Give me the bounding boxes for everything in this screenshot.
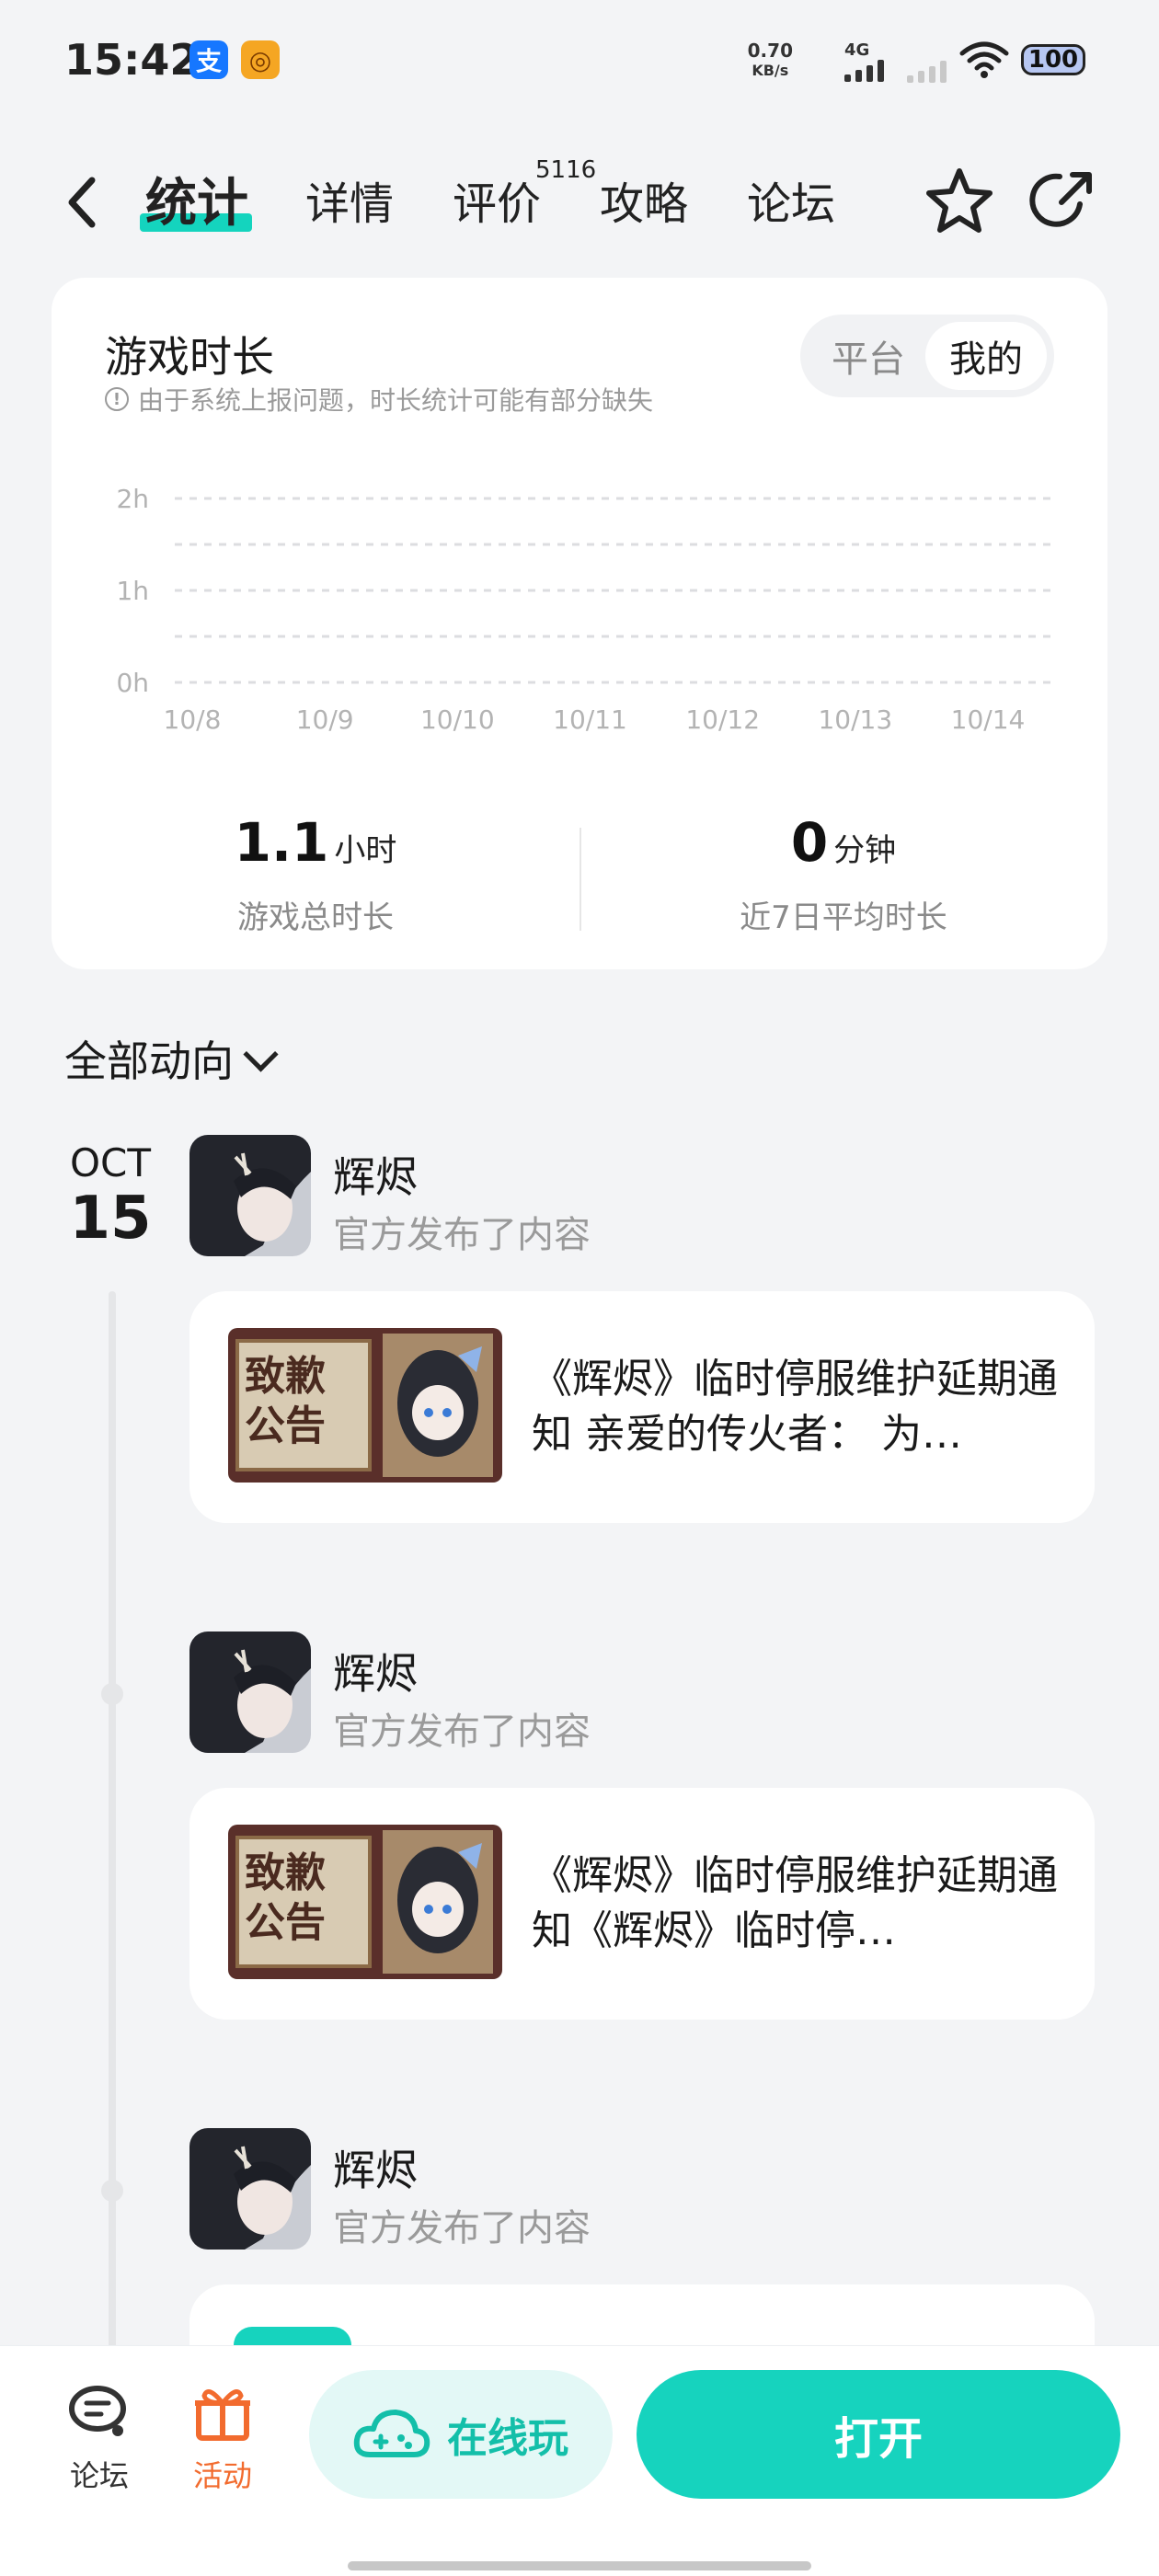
network-type: 4G (844, 40, 870, 60)
stats-notice-text: 由于系统上报问题，时长统计可能有部分缺失 (138, 385, 654, 416)
share-icon[interactable] (1028, 166, 1098, 235)
clock: 15:42 (64, 35, 200, 85)
top-nav: 统计 详情 评价 5116 攻略 论坛 (0, 147, 1159, 258)
cell-signal-2-icon (907, 61, 947, 83)
x-tick-label: 10/14 (951, 704, 1026, 735)
bottom-action-bar: 论坛 活动 在线玩 打开 (0, 2345, 1159, 2576)
author-avatar[interactable] (189, 1631, 311, 1753)
net-speed: 0.70 KB/s (748, 40, 793, 81)
y-tick-label: 0h (116, 668, 149, 698)
x-tick-label: 10/8 (164, 704, 222, 735)
favorite-star-icon[interactable] (922, 164, 997, 239)
tab-details[interactable]: 详情 (305, 167, 394, 232)
x-tick-label: 10/10 (420, 704, 495, 735)
total-playtime-label: 游戏总时长 (237, 899, 394, 936)
info-icon: ! (105, 387, 129, 411)
tab-forum[interactable]: 论坛 (747, 167, 835, 232)
alipay-icon: 支 (189, 40, 228, 79)
author-avatar[interactable] (189, 2128, 311, 2250)
stats-notice: ! 由于系统上报问题，时长统计可能有部分缺失 (105, 381, 653, 418)
forum-label: 论坛 (69, 2458, 129, 2493)
tab-guides[interactable]: 攻略 (600, 167, 688, 232)
post-card[interactable]: 致歉 公告 《辉烬》临时停服维护延期通知 亲爱的传火者： 为… (189, 1291, 1095, 1523)
post-text: 《辉烬》临时停服维护延期通知 亲爱的传火者： 为… (532, 1356, 1058, 1458)
toggle-platform[interactable]: 平台 (808, 322, 929, 390)
open-game-button[interactable]: 打开 (637, 2370, 1120, 2499)
post-thumbnail (234, 2327, 351, 2345)
playtime-title: 游戏时长 (105, 332, 274, 382)
post-action: 官方发布了内容 (333, 1214, 591, 1256)
total-playtime-unit: 小时 (334, 832, 397, 869)
x-tick-label: 10/11 (553, 704, 627, 735)
online-play-button[interactable]: 在线玩 (309, 2370, 613, 2499)
avg-playtime-value: 0 (790, 811, 829, 874)
timeline-dot (101, 2180, 123, 2202)
forum-chat-icon (69, 2386, 126, 2436)
avatar-image (189, 1135, 311, 1256)
author-avatar[interactable] (189, 1135, 311, 1256)
scope-toggle: 平台 我的 (800, 315, 1054, 397)
thumbnail-title-1: 致歉 (245, 1849, 326, 1896)
tab-reviews[interactable]: 评价 (453, 167, 541, 232)
activity-button[interactable]: 活动 (167, 2383, 278, 2495)
avg-playtime-label: 近7日平均时长 (740, 899, 947, 936)
game-app-icon: ◎ (241, 40, 280, 79)
post-action: 官方发布了内容 (333, 1711, 591, 1753)
post-author[interactable]: 辉烬 (333, 1641, 418, 1701)
battery-indicator: 100 (1021, 44, 1085, 75)
timeline-dot (101, 1683, 123, 1705)
thumbnail-title-2: 公告 (245, 1899, 326, 1946)
cloud-gamepad-icon (353, 2410, 430, 2457)
thumbnail-title-2: 公告 (245, 1402, 326, 1449)
y-tick-label: 1h (116, 576, 149, 606)
forum-button[interactable]: 论坛 (44, 2383, 155, 2495)
date-day: 15 (69, 1185, 152, 1253)
online-play-label: 在线玩 (447, 2415, 568, 2462)
post-author[interactable]: 辉烬 (333, 2137, 418, 2198)
status-bar: 15:42 支 ◎ 0.70 KB/s 4G 100 (0, 0, 1159, 120)
post-text: 《辉烬》临时停服维护延期通知《辉烬》临时停… (532, 1852, 1058, 1954)
net-speed-unit: KB/s (752, 62, 789, 79)
avg-playtime: 0 分钟 近7日平均时长 (580, 811, 1107, 937)
review-count-badge: 5116 (535, 156, 597, 184)
activity-filter-dropdown[interactable]: 全部动向 (64, 1028, 279, 1089)
cell-signal-icon: 4G (844, 40, 884, 82)
playtime-chart: 0h 1h 2h 10/8 10/9 10/10 10/11 10/12 10/13 10/14 (116, 484, 1054, 735)
chevron-down-icon (243, 1036, 279, 1072)
activity-label: 活动 (192, 2458, 252, 2493)
activity-filter-label: 全部动向 (64, 1036, 234, 1086)
avatar-image (189, 2128, 311, 2250)
toggle-mine[interactable]: 我的 (925, 322, 1047, 390)
post-card[interactable]: 致歉 公告 《辉烬》临时停服维护延期通知《辉烬》临时停… (189, 1788, 1095, 2020)
post-author[interactable]: 辉烬 (333, 1144, 418, 1205)
date-month: OCT (69, 1140, 152, 1185)
wifi-icon (959, 41, 1009, 78)
post-thumbnail: 致歉 公告 (228, 1328, 502, 1483)
y-tick-label: 2h (116, 484, 149, 514)
playtime-stats-card: 游戏时长 ! 由于系统上报问题，时长统计可能有部分缺失 平台 我的 0h 1h 2h… (52, 278, 1107, 969)
total-playtime: 1.1 小时 游戏总时长 (52, 811, 580, 937)
post-card[interactable] (189, 2284, 1095, 2345)
post-thumbnail: 致歉 公告 (228, 1825, 502, 1979)
post-action: 官方发布了内容 (333, 2207, 591, 2250)
avatar-image (189, 1631, 311, 1753)
back-icon[interactable] (64, 175, 101, 230)
x-tick-label: 10/12 (685, 704, 760, 735)
thumbnail-title-1: 致歉 (245, 1353, 326, 1400)
tab-stats[interactable]: 统计 (145, 162, 248, 236)
x-tick-label: 10/9 (296, 704, 354, 735)
home-indicator[interactable] (348, 2561, 811, 2570)
gift-icon (195, 2389, 250, 2441)
avg-playtime-unit: 分钟 (833, 832, 897, 869)
x-tick-label: 10/13 (818, 704, 892, 735)
total-playtime-value: 1.1 (234, 811, 329, 874)
net-speed-value: 0.70 (747, 40, 793, 62)
